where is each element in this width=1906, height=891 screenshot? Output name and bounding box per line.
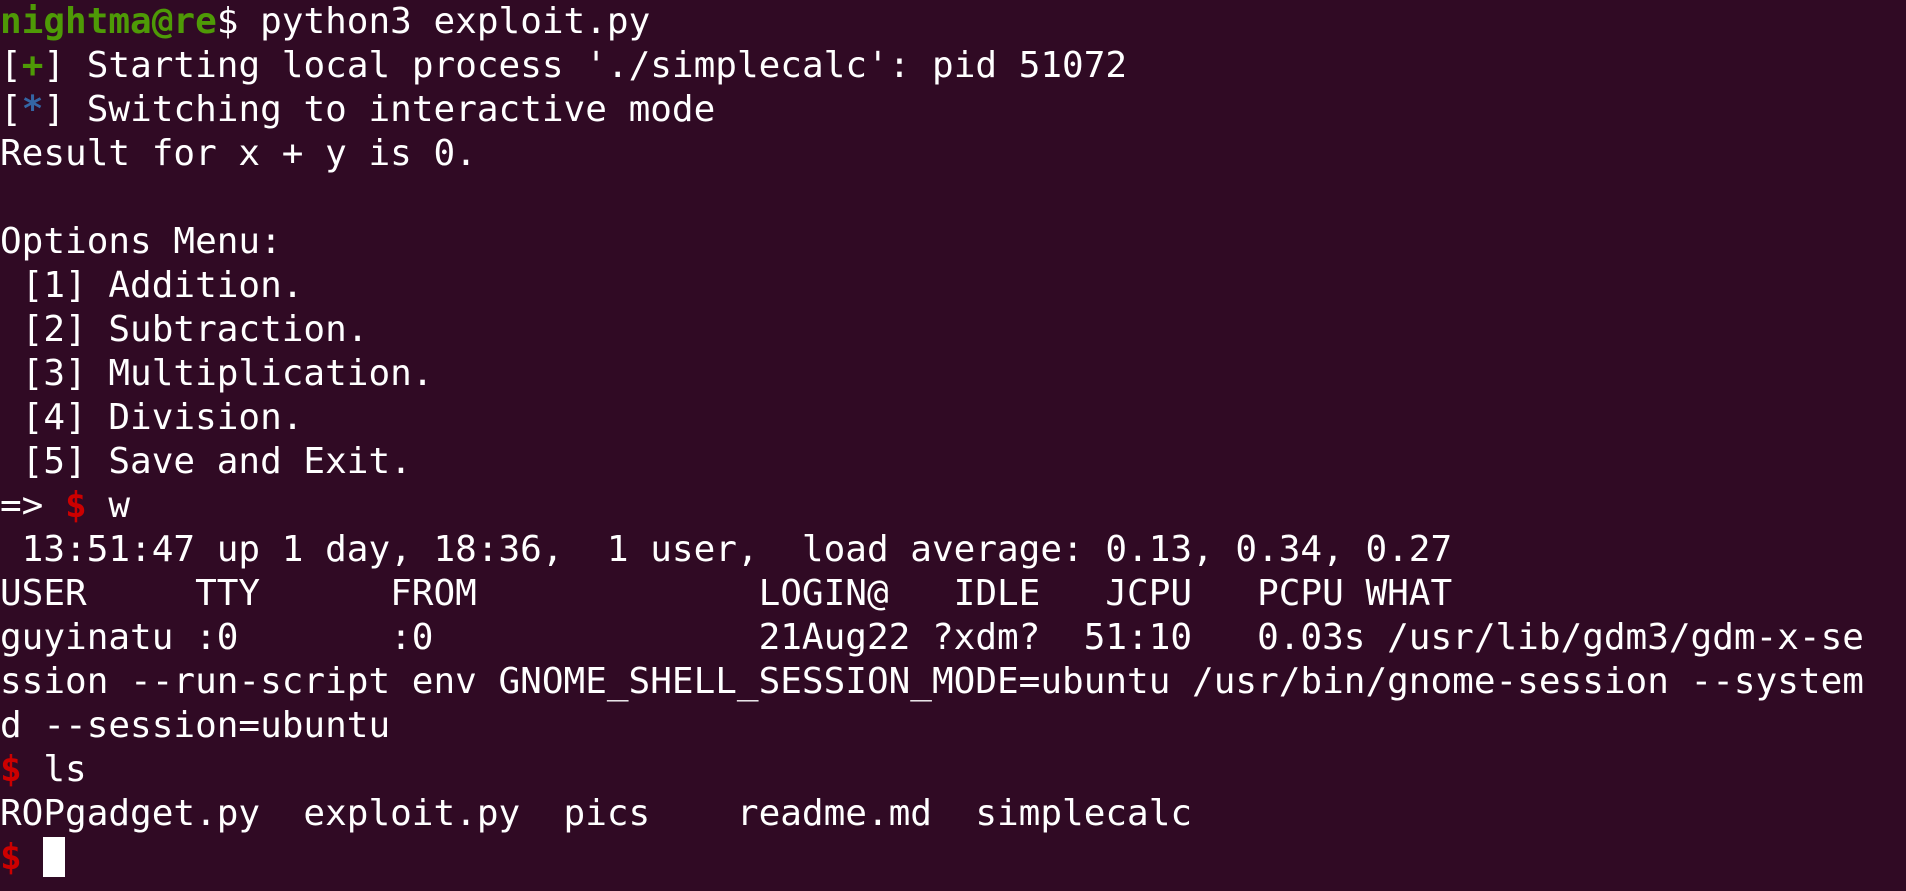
shell-dollar: $ <box>65 485 87 526</box>
final-prompt-line[interactable]: $ <box>0 836 1906 880</box>
options-menu-item: [1] Addition. <box>0 265 304 306</box>
interactive-mode-line: [*] Switching to interactive mode <box>0 88 1906 132</box>
shell-command: ls <box>21 749 87 790</box>
result-line: Result for x + y is 0. <box>0 133 477 174</box>
prompt-command: python3 exploit.py <box>238 1 651 42</box>
shell-w-line: => $ w <box>0 484 1906 528</box>
w-row-wrap-line: d --session=ubuntu <box>0 705 391 746</box>
bracket-open: [ <box>0 45 22 86</box>
bracket-close: ] <box>43 89 66 130</box>
options-menu-item: [5] Save and Exit. <box>0 441 412 482</box>
shell-ls-line: $ ls <box>0 748 1906 792</box>
options-menu-item: [3] Multiplication. <box>0 353 434 394</box>
w-header-line: USER TTY FROM LOGIN@ IDLE JCPU PCPU WHAT <box>0 573 1453 614</box>
w-row-line: guyinatu :0 :0 21Aug22 ?xdm? 51:10 0.03s… <box>0 617 1864 658</box>
shell-dollar: $ <box>0 837 22 878</box>
prompt-user-host: nightma@re <box>0 1 217 42</box>
text-cursor[interactable] <box>43 837 66 877</box>
bracket-close: ] <box>43 45 66 86</box>
w-row-wrap-line: ssion --run-script env GNOME_SHELL_SESSI… <box>0 661 1864 702</box>
bracket-open: [ <box>0 89 22 130</box>
prompt-dollar: $ <box>216 1 239 42</box>
terminal-window[interactable]: nightma@re$ python3 exploit.py [+] Start… <box>0 0 1906 891</box>
prompt-line: nightma@re$ python3 exploit.py <box>0 0 1906 44</box>
options-menu-title: Options Menu: <box>0 221 282 262</box>
process-start-line: [+] Starting local process './simplecalc… <box>0 44 1906 88</box>
uptime-line: 13:51:47 up 1 day, 18:36, 1 user, load a… <box>0 529 1453 570</box>
options-menu-item: [4] Division. <box>0 397 304 438</box>
interactive-mode-text: Switching to interactive mode <box>65 89 716 130</box>
plus-marker: + <box>21 45 44 86</box>
options-menu-item: [2] Subtraction. <box>0 309 369 350</box>
ls-output-line: ROPgadget.py exploit.py pics readme.md s… <box>0 793 1193 834</box>
star-marker: * <box>21 89 44 130</box>
arrow-prompt: => <box>0 485 66 526</box>
process-start-text: Starting local process './simplecalc': p… <box>65 45 1128 86</box>
shell-command: w <box>86 485 131 526</box>
shell-dollar: $ <box>0 749 22 790</box>
